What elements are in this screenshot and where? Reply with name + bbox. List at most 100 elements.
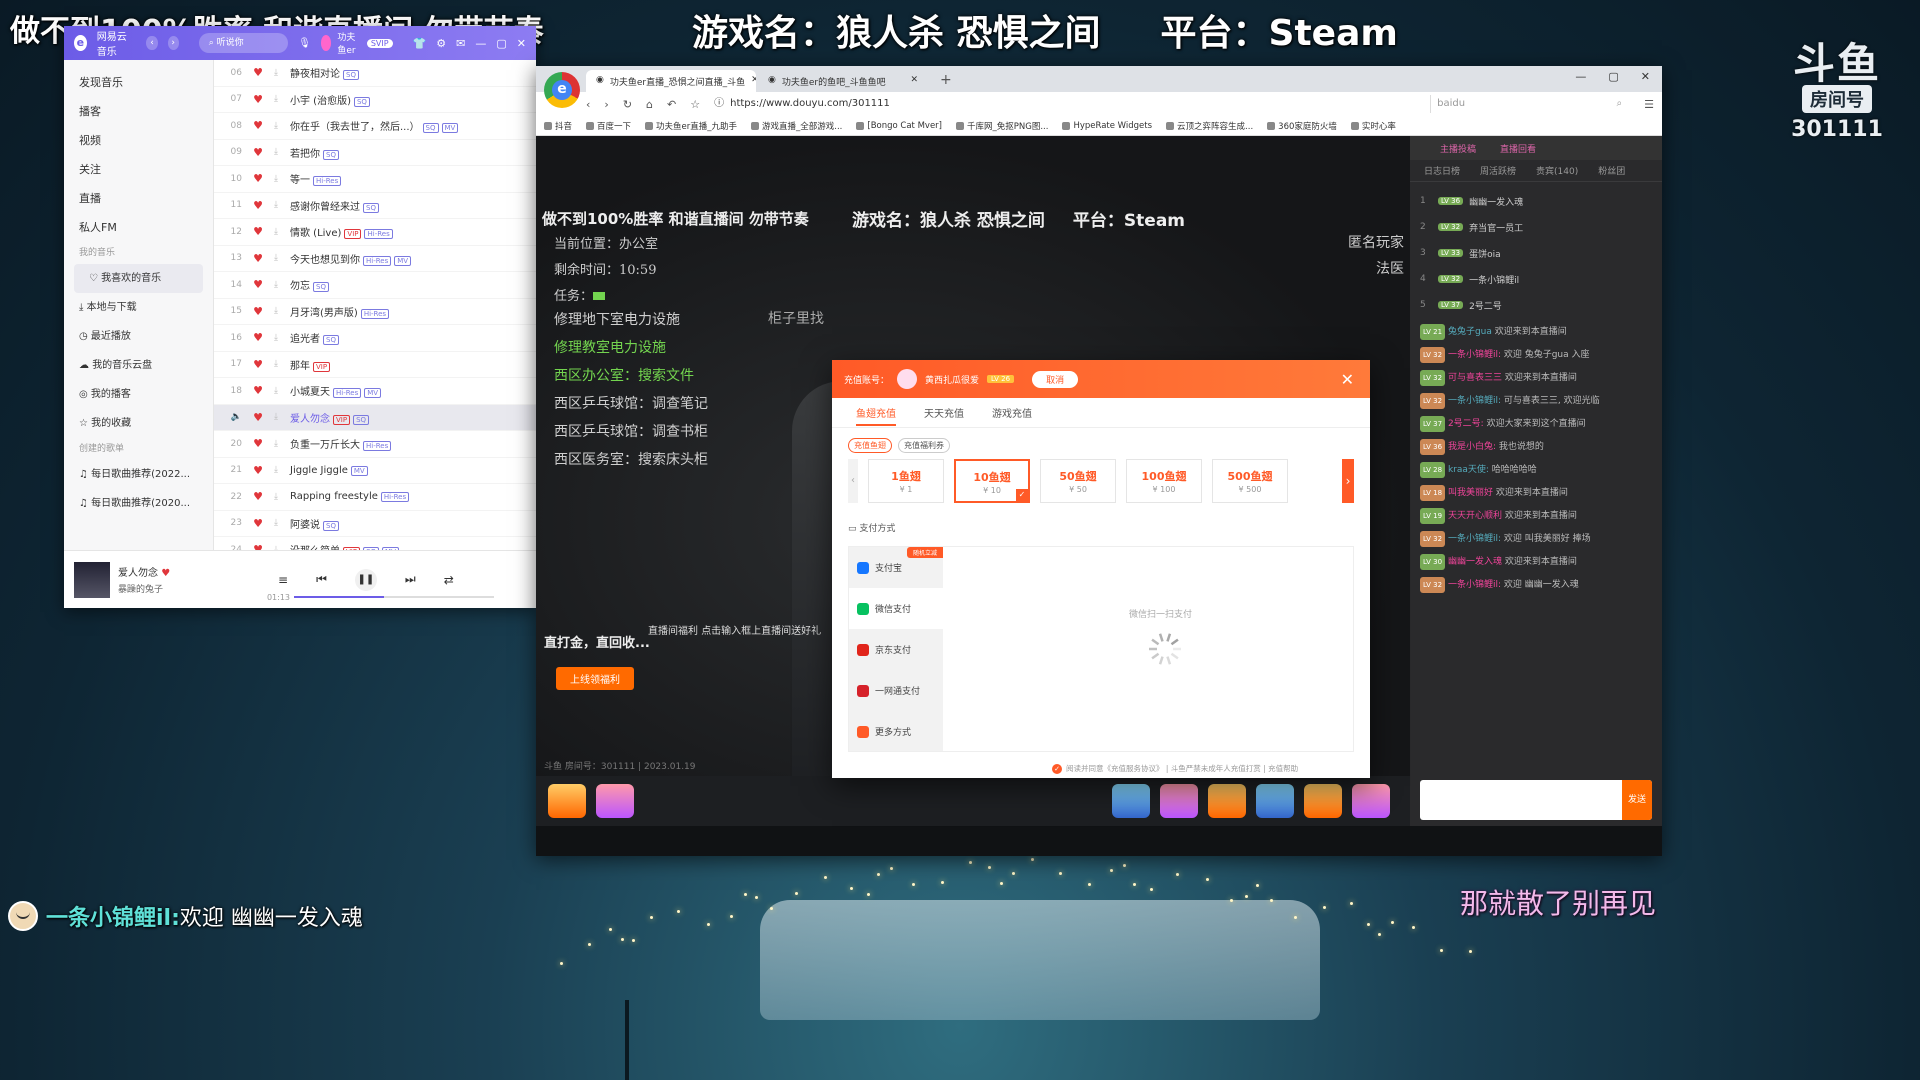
table-row[interactable]: 08 ♥ ⤓ 你在乎（我去世了，然后...） SQ MV: [214, 113, 536, 140]
table-row[interactable]: 20 ♥ ⤓ 负重一万斤长大 Hi-Res: [214, 431, 536, 458]
bookmark-item[interactable]: 百度一下: [586, 120, 631, 132]
close-tab-icon[interactable]: ✕: [910, 75, 918, 87]
sidebar-item[interactable]: ◎ 我的播客: [64, 380, 213, 409]
browser-tab[interactable]: ◉ 功夫鱼er直播_恐惧之间直播_斗鱼 ✕: [586, 70, 756, 92]
close-icon[interactable]: ✕: [1341, 370, 1354, 389]
amount-option[interactable]: 100鱼翅 ¥ 100: [1126, 459, 1202, 503]
maximize-icon[interactable]: ▢: [496, 37, 506, 50]
next-icon[interactable]: ⏭: [405, 572, 416, 587]
recharge-tab[interactable]: 天天充值: [924, 405, 964, 420]
chat-user[interactable]: 一条小锦鲤il:: [1448, 396, 1501, 406]
close-icon[interactable]: ✕: [1641, 70, 1650, 83]
download-icon[interactable]: ⤓: [268, 386, 284, 396]
heart-icon[interactable]: ♥: [248, 146, 268, 159]
forward-icon[interactable]: ›: [167, 36, 179, 50]
cancel-button[interactable]: 取消: [1032, 370, 1079, 388]
sidebar-item[interactable]: 私人FM: [64, 213, 213, 242]
recharge-tab[interactable]: 游戏充值: [992, 405, 1032, 420]
table-row[interactable]: 09 ♥ ⤓ 若把你 SQ: [214, 140, 536, 166]
bookmark-item[interactable]: 云顶之弈阵容生成...: [1166, 120, 1253, 132]
chat-user[interactable]: 可与喜表三三: [1448, 373, 1502, 383]
minimize-icon[interactable]: —: [475, 37, 486, 50]
heart-icon[interactable]: ♥: [248, 199, 268, 212]
heart-icon[interactable]: ♥: [248, 93, 268, 106]
amount-option[interactable]: 1鱼翅 ¥ 1: [868, 459, 944, 503]
music-search-input[interactable]: ⌕ 听说你: [198, 33, 289, 53]
gift-icon[interactable]: [1352, 784, 1390, 818]
heart-icon[interactable]: ♥: [248, 252, 268, 265]
chat-user[interactable]: 天天开心顺利: [1448, 511, 1502, 521]
chat-user[interactable]: 一条小锦鲤il:: [1448, 534, 1501, 544]
heart-icon[interactable]: ♥: [248, 278, 268, 291]
chat-rank-tab[interactable]: 周活跃榜: [1480, 164, 1516, 177]
table-row[interactable]: 16 ♥ ⤓ 追光者 SQ: [214, 325, 536, 352]
download-icon[interactable]: ⤓: [268, 465, 284, 475]
browser-tab[interactable]: ◉ 功夫鱼er的鱼吧_斗鱼鱼吧 ✕: [758, 70, 928, 92]
gift-icon[interactable]: [1256, 784, 1294, 818]
send-button[interactable]: 发送: [1622, 780, 1652, 820]
mail-icon[interactable]: ✉: [456, 37, 465, 50]
heart-icon[interactable]: ♥: [248, 384, 268, 397]
reload-icon[interactable]: ↻: [623, 98, 632, 111]
sidebar-item[interactable]: ☁ 我的音乐云盘: [64, 351, 213, 380]
sidebar-item[interactable]: 视频: [64, 126, 213, 155]
chat-user[interactable]: 兔兔子gua: [1448, 327, 1492, 337]
list-item[interactable]: 1 LV 36 幽幽一发入魂: [1420, 188, 1652, 214]
sidebar-item[interactable]: ☆ 我的收藏: [64, 409, 213, 438]
bookmark-item[interactable]: 功夫鱼er直播_九助手: [645, 120, 737, 132]
list-item[interactable]: 4 LV 32 一条小锦鲤il: [1420, 266, 1652, 292]
table-row[interactable]: 06 ♥ ⤓ 静夜相对论 SQ: [214, 60, 536, 87]
gift-icon[interactable]: [596, 784, 634, 818]
sidebar-item[interactable]: ⤓ 本地与下载: [64, 293, 213, 322]
gift-icon[interactable]: [1160, 784, 1198, 818]
download-icon[interactable]: ⤓: [268, 253, 284, 263]
table-row[interactable]: 🔈 ♥ ⤓ 爱人勿念 VIP SQ: [214, 404, 536, 431]
bookmark-item[interactable]: 抖音: [544, 120, 572, 132]
pay-method-item[interactable]: 一网通支付: [849, 670, 943, 711]
heart-icon[interactable]: ♥: [248, 358, 268, 371]
chat-rank-tab[interactable]: 日志日榜: [1424, 164, 1460, 177]
mic-icon[interactable]: 🎙: [298, 38, 311, 49]
download-icon[interactable]: ⤓: [268, 121, 284, 131]
recharge-subtab[interactable]: 充值鱼翅: [848, 438, 892, 453]
chat-user[interactable]: 一条小锦鲤il:: [1448, 580, 1501, 590]
download-icon[interactable]: ⤓: [268, 280, 284, 290]
download-icon[interactable]: ⤓: [268, 227, 284, 237]
chat-user[interactable]: 我是小白兔:: [1448, 442, 1496, 452]
chat-user[interactable]: 2号二号:: [1448, 419, 1484, 429]
table-row[interactable]: 22 ♥ ⤓ Rapping freestyle Hi-Res: [214, 484, 536, 511]
bookmark-item[interactable]: 实时心率: [1350, 120, 1396, 132]
bookmark-item[interactable]: 游戏直播_全部游戏...: [751, 120, 842, 132]
maximize-icon[interactable]: ▢: [1608, 70, 1618, 83]
table-row[interactable]: 21 ♥ ⤓ Jiggle Jiggle MV: [214, 458, 536, 484]
download-icon[interactable]: ⤓: [268, 174, 284, 184]
download-icon[interactable]: ⤓: [268, 439, 284, 449]
list-item[interactable]: 3 LV 33 蛋饼oia: [1420, 240, 1652, 266]
list-item[interactable]: 5 LV 37 2号二号: [1420, 292, 1652, 318]
table-row[interactable]: 13 ♥ ⤓ 今天也想见到你 Hi-Res MV: [214, 246, 536, 272]
album-cover[interactable]: [74, 561, 110, 598]
bookmark-item[interactable]: 千库网_免抠PNG图...: [956, 120, 1048, 132]
pause-button[interactable]: ❚❚: [354, 568, 377, 591]
table-row[interactable]: 14 ♥ ⤓ 勿忘 SQ: [214, 272, 536, 299]
address-bar[interactable]: ⓘ https://www.douyu.com/301111: [714, 95, 1416, 113]
chevron-left-icon[interactable]: ‹: [848, 459, 858, 503]
pay-method-item[interactable]: 微信支付: [849, 588, 943, 629]
download-icon[interactable]: ⤓: [268, 306, 284, 316]
chat-top-tab[interactable]: 主播投稿: [1440, 142, 1476, 155]
heart-icon[interactable]: ♥: [248, 66, 268, 79]
recharge-tab[interactable]: 鱼翅充值: [856, 405, 896, 426]
table-row[interactable]: 07 ♥ ⤓ 小宇 (治愈版) SQ: [214, 87, 536, 113]
chat-user[interactable]: 幽幽一发入魂: [1448, 557, 1502, 567]
chat-input[interactable]: 发送: [1420, 780, 1652, 820]
gift-icon[interactable]: [1112, 784, 1150, 818]
sidebar-item[interactable]: 直播: [64, 184, 213, 213]
sidebar-item[interactable]: ♡ 我喜欢的音乐: [74, 264, 203, 293]
table-row[interactable]: 18 ♥ ⤓ 小城夏天 Hi-Res MV: [214, 378, 536, 405]
table-row[interactable]: 10 ♥ ⤓ 等一 Hi-Res: [214, 166, 536, 193]
minimize-icon[interactable]: —: [1575, 70, 1586, 83]
chat-rank-tab[interactable]: 贵宾(140): [1536, 164, 1578, 177]
playlist-icon[interactable]: ≡: [278, 573, 288, 587]
chat-user[interactable]: 一条小锦鲤il:: [1448, 350, 1501, 360]
progress-bar[interactable]: [294, 596, 494, 598]
